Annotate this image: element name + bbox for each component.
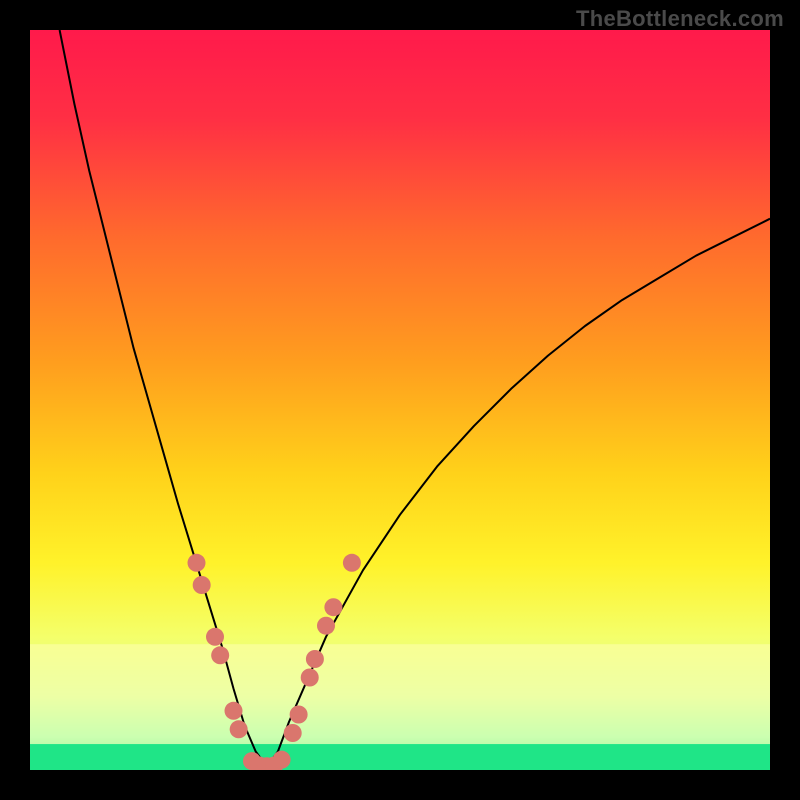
bottleneck-chart — [30, 30, 770, 770]
highlight-dot — [306, 650, 324, 668]
highlight-dot — [206, 628, 224, 646]
green-band — [30, 744, 770, 770]
watermark-text: TheBottleneck.com — [576, 6, 784, 32]
highlight-dot — [317, 617, 335, 635]
highlight-dot — [324, 598, 342, 616]
pale-band — [30, 644, 770, 744]
highlight-dot — [343, 554, 361, 572]
highlight-dot — [284, 724, 302, 742]
highlight-dot — [301, 669, 319, 687]
highlight-dot — [211, 646, 229, 664]
highlight-dot — [188, 554, 206, 572]
highlight-dot — [193, 576, 211, 594]
highlight-dot — [230, 720, 248, 738]
chart-area — [30, 30, 770, 770]
highlight-dot — [225, 702, 243, 720]
highlight-dot — [290, 706, 308, 724]
highlight-dot — [273, 751, 291, 769]
